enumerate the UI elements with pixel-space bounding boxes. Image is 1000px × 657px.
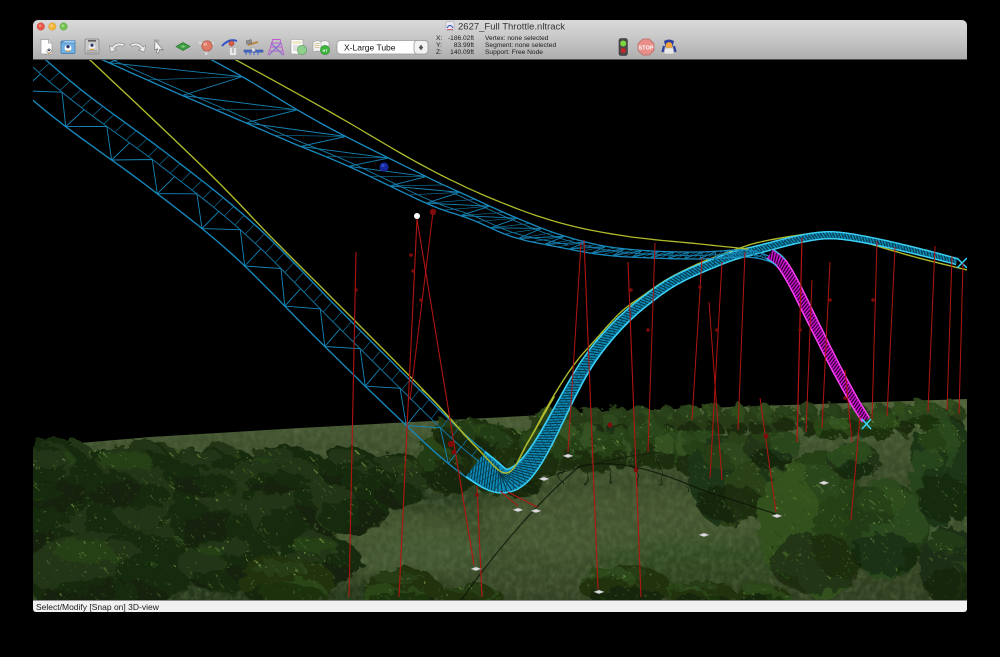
svg-text:2627_Full Throttle.nltrack: 2627_Full Throttle.nltrack <box>458 22 565 33</box>
svg-text:Segment: none selected: Segment: none selected <box>485 42 556 49</box>
svg-text:X:: X: <box>436 35 442 42</box>
svg-text:HT: HT <box>323 49 329 53</box>
svg-text:Vertex: none selected: Vertex: none selected <box>485 35 549 42</box>
svg-text:140.09ft: 140.09ft <box>450 49 474 56</box>
svg-text:Z:: Z: <box>436 49 442 56</box>
svg-text:Support: Free Node: Support: Free Node <box>485 49 543 56</box>
svg-text:X-Large Tube: X-Large Tube <box>344 43 396 53</box>
svg-text:STOP: STOP <box>638 46 653 52</box>
svg-text:-186.02ft: -186.02ft <box>448 35 474 42</box>
svg-text:Y:: Y: <box>436 42 442 49</box>
svg-text:83.99ft: 83.99ft <box>454 42 474 49</box>
